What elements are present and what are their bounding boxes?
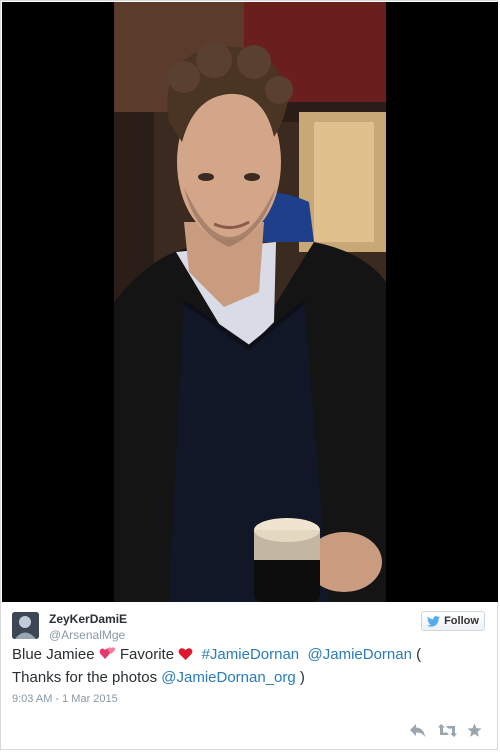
tweet-timestamp[interactable]: 9:03 AM - 1 Mar 2015	[12, 693, 118, 705]
follow-button[interactable]: Follow	[421, 611, 485, 631]
author-handle[interactable]: @ArsenalMge	[49, 628, 125, 642]
hashtag-link[interactable]: #JamieDornan	[202, 646, 300, 663]
tweet-actions	[409, 723, 484, 738]
tweet-text: Blue Jamiee Favorite #JamieDornan @Jamie…	[12, 644, 490, 688]
two-hearts-emoji	[99, 646, 116, 667]
follow-label: Follow	[444, 615, 479, 627]
photo-illustration	[114, 2, 386, 602]
twitter-bird-icon	[427, 615, 441, 627]
reply-icon[interactable]	[409, 723, 426, 738]
favorite-icon[interactable]	[467, 723, 484, 738]
author-name[interactable]: ZeyKerDamiE	[49, 612, 127, 626]
tweet-text-part: Thanks for the photos	[12, 669, 162, 686]
tweet-photo[interactable]	[114, 2, 386, 602]
red-heart-emoji	[178, 646, 193, 667]
tweet-text-part: Blue Jamiee	[12, 646, 99, 663]
avatar-image	[12, 612, 39, 639]
tweet-text-part: )	[295, 669, 305, 686]
mention-link[interactable]: @JamieDornan_org	[161, 669, 295, 686]
tweet-card: ZeyKerDamiE @ArsenalMge Follow Blue Jami…	[0, 0, 498, 750]
mention-link[interactable]: @JamieDornan	[308, 646, 412, 663]
retweet-icon[interactable]	[438, 723, 457, 738]
tweet-text-part: Favorite	[115, 646, 179, 663]
avatar[interactable]	[12, 612, 39, 639]
tweet-text-part: (	[411, 646, 422, 663]
tweet-photo-frame[interactable]	[2, 2, 498, 602]
